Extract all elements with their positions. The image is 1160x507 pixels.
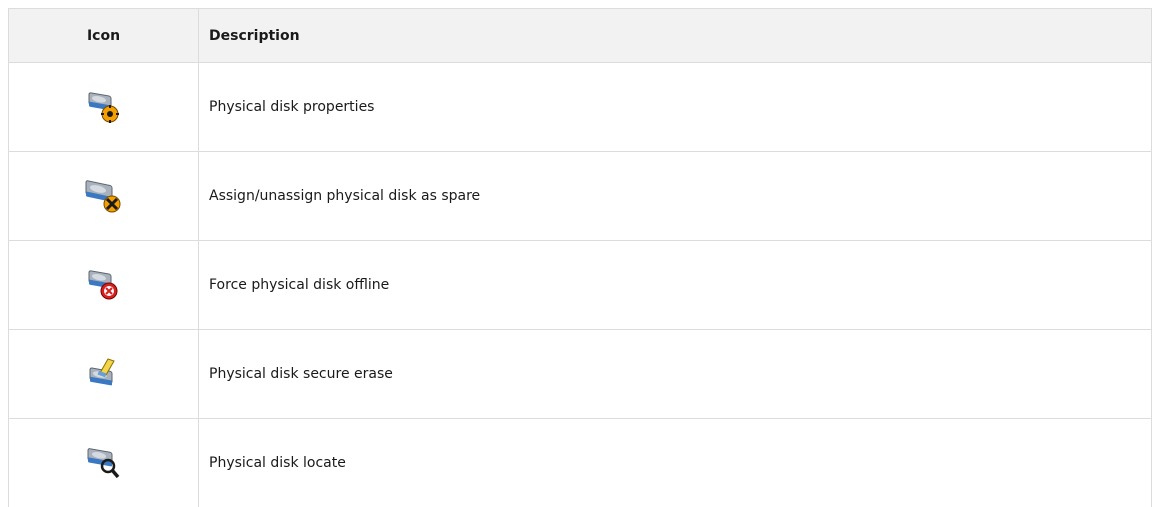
table-row: Force physical disk offline — [9, 241, 1152, 330]
header-icon: Icon — [9, 9, 199, 63]
icon-cell — [9, 63, 199, 152]
description-cell: Physical disk locate — [199, 419, 1152, 507]
description-cell: Force physical disk offline — [199, 241, 1152, 330]
icon-cell — [9, 241, 199, 330]
table-row: Physical disk secure erase — [9, 330, 1152, 419]
table-header-row: Icon Description — [9, 9, 1152, 63]
header-description: Description — [199, 9, 1152, 63]
disk-erase-icon — [86, 366, 122, 382]
table-row: Assign/unassign physical disk as spare — [9, 152, 1152, 241]
icon-cell — [9, 330, 199, 419]
table-row: Physical disk properties — [9, 63, 1152, 152]
icon-legend-table: Icon Description — [8, 8, 1152, 507]
description-cell: Physical disk secure erase — [199, 330, 1152, 419]
disk-properties-icon — [86, 99, 122, 115]
description-cell: Assign/unassign physical disk as spare — [199, 152, 1152, 241]
icon-cell — [9, 152, 199, 241]
icon-cell — [9, 419, 199, 507]
disk-locate-icon — [86, 455, 122, 471]
disk-spare-icon — [84, 188, 124, 204]
icon-legend-table-wrapper: Icon Description — [8, 8, 1151, 507]
table-row: Physical disk locate — [9, 419, 1152, 507]
description-cell: Physical disk properties — [199, 63, 1152, 152]
disk-offline-icon — [86, 277, 122, 293]
